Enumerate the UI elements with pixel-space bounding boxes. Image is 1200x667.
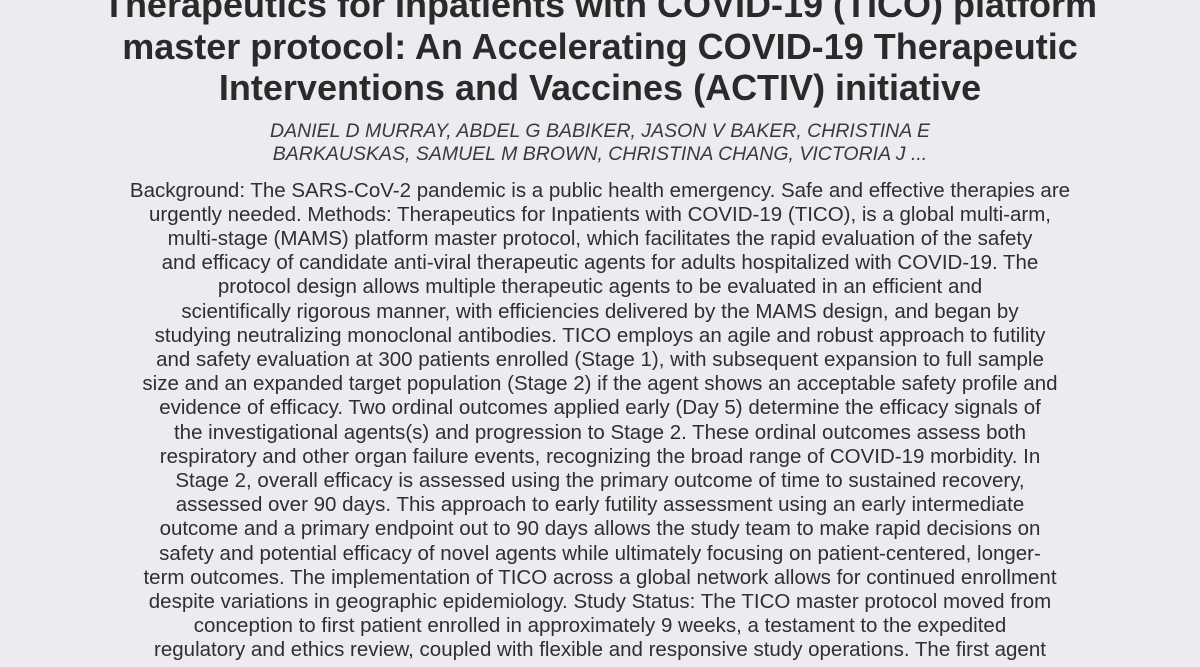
abstract-line: Background: The SARS-CoV-2 pandemic is a… [129,178,1071,202]
abstract-text: Background: The SARS-CoV-2 pandemic is a… [75,179,1125,663]
abstract-line: protocol design allows multiple therapeu… [217,275,983,299]
abstract-line: term outcomes. The implementation of TIC… [143,565,1057,589]
abstract-line: urgently needed. Methods: Therapeutics f… [148,202,1051,226]
abstract-line: multi-stage (MAMS) platform master proto… [167,226,1033,250]
author-list: DANIEL D MURRAY, ABDEL G BABIKER, JASON … [0,120,1200,167]
abstract-line: outcome and a primary endpoint out to 90… [159,517,1041,541]
abstract-line: studying neutralizing monoclonal antibod… [154,323,1046,347]
abstract-line: size and an expanded target population (… [142,372,1058,396]
title-line: master protocol: An Accelerating COVID-1… [122,25,1078,67]
abstract-line: and safety evaluation at 300 patients en… [156,347,1044,371]
document-page: Therapeutics for Inpatients with COVID-1… [0,0,1200,663]
paper-title: Therapeutics for Inpatients with COVID-1… [0,0,1200,109]
abstract-line: despite variations in geographic epidemi… [148,589,1052,613]
author-line: DANIEL D MURRAY, ABDEL G BABIKER, JASON … [270,119,930,142]
abstract-line: evidence of efficacy. Two ordinal outcom… [159,396,1041,420]
abstract-line: scientifically rigorous manner, with eff… [181,299,1019,323]
title-line: Therapeutics for Inpatients with COVID-1… [102,0,1098,25]
abstract-line: respiratory and other organ failure even… [159,444,1041,468]
title-line: Interventions and Vaccines (ACTIV) initi… [218,67,982,108]
abstract-line: assessed over 90 days. This approach to … [175,493,1025,517]
abstract-line: regulatory and ethics review, coupled wi… [154,638,1046,662]
abstract-line: the investigational agents(s) and progre… [173,420,1027,444]
abstract-line: conception to first patient enrolled in … [193,614,1007,638]
abstract-line: and efficacy of candidate anti-viral the… [161,251,1039,275]
author-line: BARKAUSKAS, SAMUEL M BROWN, CHRISTINA CH… [272,143,928,165]
abstract-line: safety and potential efficacy of novel a… [159,541,1041,565]
abstract-line: Stage 2, overall efficacy is assessed us… [175,468,1025,492]
